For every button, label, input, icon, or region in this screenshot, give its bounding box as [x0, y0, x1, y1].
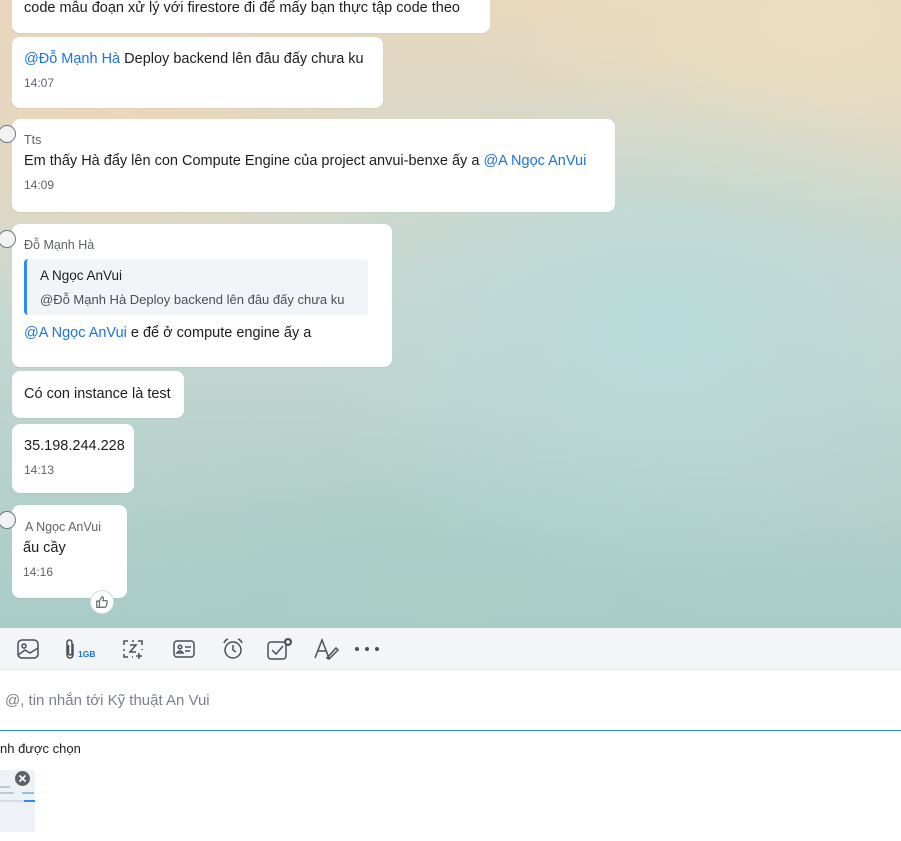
reminder-button[interactable] — [220, 637, 246, 661]
message-time: 14:13 — [24, 463, 55, 477]
message-text: @A Ngọc AnVui e để ở compute engine ấy a — [24, 325, 312, 341]
message-sender[interactable]: Đỗ Mạnh Hà — [24, 237, 392, 253]
image-icon — [17, 639, 39, 659]
message-bubble[interactable]: Có con instance là test — [12, 371, 184, 418]
message-text: 35.198.244.228 — [24, 438, 125, 454]
message-bubble[interactable]: Tts Em thấy Hà đẩy lên con Compute Engin… — [0, 119, 615, 212]
chat-messages-area: code mẫu đoạn xử lý với firestore đi để … — [0, 0, 901, 628]
contact-card-icon — [173, 640, 195, 658]
message-text: Em thấy Hà đẩy lên con Compute Engine củ… — [24, 153, 587, 169]
message-input-row — [0, 670, 901, 731]
message-bubble[interactable]: A Ngọc AnVui ấu cầy 14:16 — [0, 505, 127, 598]
message-text: Có con instance là test — [24, 386, 171, 402]
message-bubble[interactable]: Đỗ Mạnh Hà A Ngọc AnVui @Đỗ Mạnh Hà Depl… — [0, 224, 392, 367]
attachments-label: nh được chọn — [0, 741, 81, 756]
mention-link[interactable]: @A Ngọc AnVui — [24, 325, 127, 341]
quoted-message[interactable]: A Ngọc AnVui @Đỗ Mạnh Hà Deploy backend … — [24, 259, 368, 315]
avatar[interactable] — [0, 230, 16, 248]
screenshot-button[interactable] — [120, 637, 146, 661]
more-options-button[interactable] — [352, 637, 382, 661]
contact-card-button[interactable] — [171, 637, 197, 661]
alarm-clock-icon — [223, 638, 243, 659]
screenshot-icon — [123, 640, 143, 659]
text-format-icon — [314, 637, 340, 660]
mention-link[interactable]: @Đỗ Mạnh Hà — [24, 51, 120, 67]
message-bubble[interactable]: code mẫu đoạn xử lý với firestore đi để … — [12, 0, 490, 33]
mention-link[interactable]: @A Ngọc AnVui — [483, 153, 586, 169]
more-icon — [355, 647, 379, 651]
message-input[interactable] — [0, 670, 901, 730]
task-check-icon — [267, 638, 292, 660]
avatar[interactable] — [0, 511, 16, 529]
assign-task-button[interactable] — [265, 637, 295, 661]
message-text: code mẫu đoạn xử lý với firestore đi để … — [24, 0, 460, 16]
message-time: 14:09 — [24, 178, 55, 192]
close-icon — [18, 774, 27, 783]
remove-attachment-button[interactable] — [15, 771, 30, 786]
send-image-button[interactable] — [15, 637, 41, 661]
text-format-button[interactable] — [312, 637, 340, 661]
message-bubble[interactable]: 35.198.244.228 14:13 — [12, 424, 134, 493]
attach-size-label: 1GB — [78, 649, 96, 659]
message-time: 14:16 — [23, 565, 54, 579]
avatar[interactable] — [0, 125, 16, 143]
quoted-text: @Đỗ Mạnh Hà Deploy backend lên đâu đấy c… — [40, 292, 345, 307]
composer-toolbar: 1GB — [0, 628, 901, 670]
message-text: @Đỗ Mạnh Hà Deploy backend lên đâu đấy c… — [24, 51, 364, 67]
quoted-sender: A Ngọc AnVui — [40, 268, 123, 283]
paperclip-icon — [66, 639, 74, 659]
message-sender[interactable]: A Ngọc AnVui — [25, 519, 127, 535]
attach-file-button[interactable]: 1GB — [63, 637, 101, 661]
message-bubble[interactable]: @Đỗ Mạnh Hà Deploy backend lên đâu đấy c… — [12, 37, 383, 108]
message-sender[interactable]: Tts — [24, 132, 615, 148]
reaction-button[interactable] — [90, 590, 114, 614]
thumbs-up-icon — [96, 596, 108, 608]
message-time: 14:07 — [24, 76, 55, 90]
message-text: ấu cầy — [23, 540, 66, 556]
